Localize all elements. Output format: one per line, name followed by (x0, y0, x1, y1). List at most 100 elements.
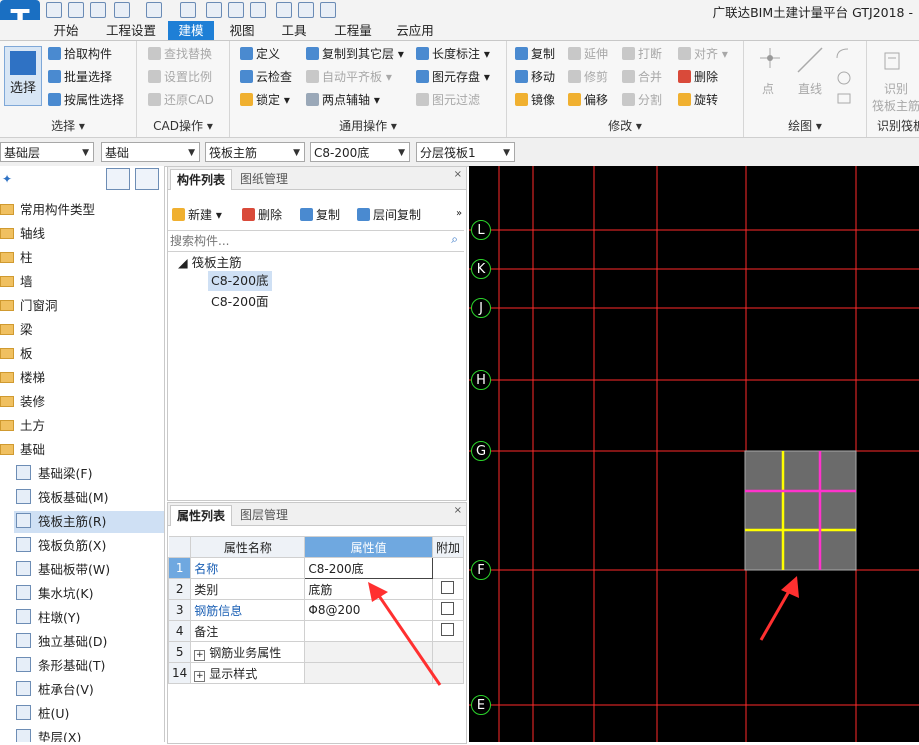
tree-item-raft-neg-rebar[interactable]: 筏板负筋(X) (16, 535, 106, 557)
select-button[interactable]: 选择 (4, 46, 42, 106)
two-point-axis-button[interactable]: 两点辅轴 ▾ (306, 91, 380, 109)
tree-item-cushion[interactable]: 垫层(X) (16, 727, 81, 742)
tab-component-list[interactable]: 构件列表 (170, 169, 233, 190)
trim-button[interactable]: 修剪 (568, 68, 608, 86)
element-filter-button[interactable]: 图元过滤 (416, 91, 480, 109)
calculator-icon[interactable] (206, 2, 222, 18)
tree-folder-beam[interactable]: 梁 (0, 319, 33, 341)
sum-icon[interactable] (180, 2, 196, 18)
set-scale-button[interactable]: 设置比例 (148, 68, 212, 86)
batch-select-button[interactable]: 批量选择 (48, 68, 112, 86)
tree-folder-column[interactable]: 柱 (0, 247, 33, 269)
detail-view-icon[interactable] (135, 168, 159, 190)
define-button[interactable]: 定义 (240, 45, 280, 63)
floor-select[interactable]: 基础层 ▼ (0, 142, 94, 162)
tab-modeling[interactable]: 建模 (168, 21, 214, 40)
tree-folder-common[interactable]: 常用构件类型 (0, 199, 95, 221)
recognize-icon[interactable] (882, 50, 904, 72)
element-save-button[interactable]: 图元存盘 ▾ (416, 68, 490, 86)
line-draw-icon[interactable] (796, 46, 824, 74)
new-file-icon[interactable] (68, 2, 84, 18)
search-icon[interactable]: ⌕ (451, 232, 458, 247)
more-icon[interactable]: » (456, 208, 462, 219)
delete-button[interactable]: 删除 (678, 68, 718, 86)
export-icon[interactable] (320, 2, 336, 18)
split-button[interactable]: 分割 (622, 91, 662, 109)
delete-component-button[interactable]: 删除 (242, 206, 282, 224)
settings-icon[interactable] (250, 2, 266, 18)
tree-item-foundation-strip[interactable]: 基础板带(W) (16, 559, 110, 581)
lock-button[interactable]: 锁定 ▾ (240, 91, 290, 109)
tree-item-pile-cap[interactable]: 桩承台(V) (16, 679, 94, 701)
tree-item-foundation-beam[interactable]: 基础梁(F) (16, 463, 92, 485)
search-box[interactable]: ⌕ (168, 230, 464, 252)
check-icon[interactable] (276, 2, 292, 18)
auto-align-slab-button[interactable]: 自动平齐板 ▾ (306, 68, 392, 86)
tree-item-strip-footing[interactable]: 条形基础(T) (16, 655, 105, 677)
point-draw-icon[interactable] (758, 46, 782, 70)
new-component-button[interactable]: 新建 ▾ (172, 206, 222, 224)
redo-icon[interactable] (146, 2, 162, 18)
arc-draw-icons[interactable] (834, 46, 854, 106)
tree-folder-stairs[interactable]: 楼梯 (0, 367, 45, 389)
property-row[interactable]: 1 名称 C8-200底 (167, 557, 465, 579)
component-select[interactable]: C8-200底 ▼ (310, 142, 410, 162)
length-dimension-button[interactable]: 长度标注 ▾ (416, 45, 490, 63)
tree-item-isolated-footing[interactable]: 独立基础(D) (16, 631, 107, 653)
save-icon[interactable] (46, 2, 62, 18)
extend-button[interactable]: 延伸 (568, 45, 608, 63)
tab-cloud[interactable]: 云应用 (386, 21, 444, 40)
tree-folder-wall[interactable]: 墙 (0, 271, 33, 293)
tab-drawing-manager[interactable]: 图纸管理 (234, 169, 294, 189)
rotate-button[interactable]: 旋转 (678, 91, 718, 109)
tab-property-list[interactable]: 属性列表 (170, 505, 233, 526)
tree-item-pile[interactable]: 桩(U) (16, 703, 69, 725)
report-icon[interactable] (228, 2, 244, 18)
tab-start[interactable]: 开始 (44, 21, 88, 40)
floor-copy-button[interactable]: 层间复制 (357, 206, 421, 224)
open-folder-icon[interactable] (90, 2, 106, 18)
tree-item-raft-main-rebar[interactable]: 筏板主筋(R) (14, 511, 164, 533)
component-item-top[interactable]: C8-200面 (208, 292, 272, 312)
expand-all-icon[interactable]: ✦ (2, 172, 12, 186)
pick-component-button[interactable]: 拾取构件 (48, 45, 112, 63)
tab-tools[interactable]: 工具 (272, 21, 316, 40)
tree-item-sump[interactable]: 集水坑(K) (16, 583, 93, 605)
expand-icon[interactable]: + (194, 649, 206, 661)
tree-item-column-pier[interactable]: 柱墩(Y) (16, 607, 80, 629)
offset-button[interactable]: 偏移 (568, 91, 608, 109)
tree-folder-openings[interactable]: 门窗洞 (0, 295, 58, 317)
tree-folder-earthwork[interactable]: 土方 (0, 415, 45, 437)
tree-folder-axis[interactable]: 轴线 (0, 223, 45, 245)
component-type-select[interactable]: 筏板主筋 ▼ (205, 142, 305, 162)
select-by-property-button[interactable]: 按属性选择 (48, 91, 124, 109)
copy-to-other-floor-button[interactable]: 复制到其它层 ▾ (306, 45, 404, 63)
align-button[interactable]: 对齐 ▾ (678, 45, 728, 63)
break-button[interactable]: 打断 (622, 45, 662, 63)
tree-folder-foundation[interactable]: 基础 (0, 439, 45, 461)
close-icon[interactable]: × (454, 169, 462, 180)
tab-quantities[interactable]: 工程量 (324, 21, 382, 40)
component-group-node[interactable]: ◢ 筏板主筋 (178, 252, 242, 271)
slab-layer-select[interactable]: 分层筏板1 ▼ (416, 142, 515, 162)
move-button[interactable]: 移动 (515, 68, 555, 86)
expand-icon[interactable]: + (194, 670, 206, 682)
tree-folder-slab[interactable]: 板 (0, 343, 33, 365)
search-input[interactable] (168, 231, 442, 251)
restore-cad-button[interactable]: 还原CAD (148, 91, 214, 109)
category-select[interactable]: 基础 ▼ (101, 142, 200, 162)
close-icon[interactable]: × (454, 505, 462, 516)
tree-folder-finish[interactable]: 装修 (0, 391, 45, 413)
component-item-bottom[interactable]: C8-200底 (208, 271, 272, 291)
tab-view[interactable]: 视图 (220, 21, 264, 40)
find-replace-button[interactable]: 查找替换 (148, 45, 212, 63)
property-value-input[interactable]: C8-200底 (304, 557, 433, 579)
merge-button[interactable]: 合并 (622, 68, 662, 86)
copy-component-button[interactable]: 复制 (300, 206, 340, 224)
lock-icon[interactable] (298, 2, 314, 18)
copy-button[interactable]: 复制 (515, 45, 555, 63)
tree-item-raft-foundation[interactable]: 筏板基础(M) (16, 487, 109, 509)
undo-icon[interactable] (114, 2, 130, 18)
tab-project-settings[interactable]: 工程设置 (98, 21, 164, 40)
drawing-canvas[interactable]: L K J H G F E (469, 166, 919, 742)
